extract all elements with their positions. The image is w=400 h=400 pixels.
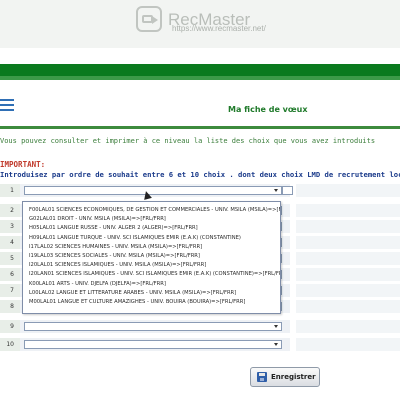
choice-row-number: 4 [0,236,20,249]
choice-row-extra [296,268,400,281]
dropdown-option[interactable]: I19LAL03 SCIENCES SOCIALES - UNIV. MSILA… [29,252,280,261]
header-band-shadow [0,76,400,80]
info-text: Vous pouvez consulter et imprimer à ce n… [0,137,376,145]
dropdown-option[interactable]: H05LAL01 LANGUE RUSSE - UNIV. ALGER 2 (A… [29,224,280,233]
header-band [0,64,400,76]
watermark-url: https://www.recmaster.net/ [172,24,266,33]
choice-row: 10 [0,338,400,352]
dropdown-option[interactable]: M00LAL01 LANGUE ET CULTURE AMAZIGHES - U… [29,298,280,307]
choice-row-extra [296,320,400,333]
camera-icon [136,6,162,32]
choice-select[interactable] [24,322,282,331]
dropdown-option[interactable]: L00LAL02 LANGUE ET LITTERATURE ARABES - … [29,289,280,298]
choice-row-number: 8 [0,300,20,313]
important-label: IMPORTANT: [0,160,46,169]
mouse-cursor-icon [142,190,152,200]
choice-select[interactable] [24,340,282,349]
choice-row-number: 10 [0,338,20,351]
dropdown-option[interactable]: H09LAL01 LANGUE TURQUE - UNIV. SCI ISLAM… [29,234,280,243]
dropdown-option[interactable]: G02LAL01 DROIT - UNIV. MSILA (MSILA)=>[F… [29,215,280,224]
dropdown-option[interactable]: I20LAL01 SCIENCES ISLAMIQUES - UNIV. MSI… [29,261,280,270]
menu-icon[interactable] [0,96,14,116]
choice-row-extra [296,284,400,297]
choice-row-number: 7 [0,284,20,297]
choice-row-extra [296,338,400,351]
choice-row: 1 [0,184,400,198]
choice-row-extra [296,252,400,265]
chevron-down-icon[interactable] [274,188,279,193]
dropdown-option[interactable]: I17LAL02 SCIENCES HUMAINES - UNIV. MSILA… [29,243,280,252]
dropdown-option[interactable]: F00LAL01 SCIENCES ECONOMIQUES, DE GESTIO… [29,206,280,215]
choice-row-extra [296,236,400,249]
choice-row-extra [296,184,400,197]
instruction-text: Introduisez par ordre de souhait entre 6… [0,170,400,179]
floppy-disk-icon [257,372,267,382]
choice-select[interactable] [24,186,282,195]
choice-row-number: 3 [0,220,20,233]
divider [0,126,400,129]
choice-row-number: 2 [0,204,20,217]
choice-row-number: 6 [0,268,20,281]
chevron-down-icon[interactable] [274,324,279,329]
choice-row-number: 1 [0,184,20,197]
dropdown-option[interactable]: K00LAL01 ARTS - UNIV. DJELFA (DJELFA)=>[… [29,280,280,289]
choice-row-number: 5 [0,252,20,265]
choice-row-button[interactable] [282,186,293,195]
dropdown-option[interactable]: I20LAN01 SCIENCES ISLAMIQUES - UNIV. SCI… [29,270,280,279]
page-title: Ma fiche de vœux [228,105,308,114]
chevron-down-icon[interactable] [274,342,279,347]
choice-dropdown-list[interactable]: F00LAL01 SCIENCES ECONOMIQUES, DE GESTIO… [22,201,281,314]
choice-row-extra [296,300,400,313]
choice-row-number: 9 [0,320,20,333]
choice-row-extra [296,204,400,217]
choice-row-extra [296,220,400,233]
save-button-label: Enregistrer [271,373,316,381]
choice-row: 9 [0,320,400,334]
save-button[interactable]: Enregistrer [250,367,320,387]
